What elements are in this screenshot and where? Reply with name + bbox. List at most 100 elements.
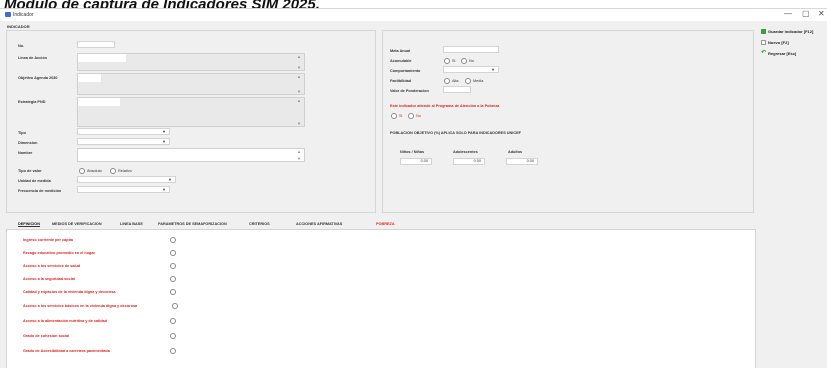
regresar-label: Regresar [Esc] <box>768 51 797 56</box>
estrategia-pnd-textarea[interactable]: ▲ ▼ <box>77 97 305 127</box>
tab-definicion[interactable]: DEFINICION <box>18 222 40 227</box>
tipo-valor-label: Tipo de valor <box>18 169 42 173</box>
group-title: INDICADOR <box>7 24 30 29</box>
pobreza-item: Acceso a la alimentación nutritiva y de … <box>23 319 107 323</box>
ninos-label: Niños / Niñas <box>400 150 425 154</box>
scroll-up-icon[interactable]: ▲ <box>297 99 301 103</box>
pobreza-item: Acceso a los servicios de salud <box>23 264 81 268</box>
pobreza-item: Rezago educativo promedio en el hogar <box>23 251 95 255</box>
pobreza-item: Grado de cohesion social <box>23 334 70 338</box>
chevron-down-icon: ▼ <box>162 139 166 144</box>
unidad-medida-select[interactable]: ▼ <box>77 176 176 183</box>
tab-acciones-afirmativas[interactable]: ACCIONES AFIRMATIVAS <box>296 222 342 226</box>
ponderacion-label: Valor de Ponderacion <box>390 89 429 93</box>
acumulable-no-label: No <box>469 59 474 63</box>
objetivo-agenda-textarea[interactable]: ▲ ▼ <box>77 73 305 95</box>
tab-medios-verificacion[interactable]: MEDIOS DE VERIFICACION <box>52 222 102 226</box>
pobreza-item: Acceso a la seguridad social <box>23 277 75 281</box>
scroll-down-icon[interactable]: ▼ <box>297 122 301 126</box>
adultos-input[interactable]: 0.00 <box>506 158 538 165</box>
absoluto-radio[interactable] <box>79 168 85 174</box>
ponderacion-input[interactable] <box>443 86 471 93</box>
poblacion-objetivo-title: POBLACION OBJETIVO (%) APLICA SOLO PARA … <box>390 131 521 135</box>
relativo-radio[interactable] <box>110 168 116 174</box>
pobreza-item-radio[interactable] <box>170 289 176 295</box>
adultos-label: Adultos <box>508 150 523 154</box>
adolescentes-input[interactable]: 0.00 <box>453 158 485 165</box>
nuevo-label: Nuevo [F2] <box>768 40 789 45</box>
acumulable-no-radio[interactable] <box>461 58 467 64</box>
nombre-textarea[interactable]: ▲ ▼ <box>77 148 305 162</box>
guardar-indicador-button[interactable]: Guardar Indicador [F12] <box>761 29 827 37</box>
pobreza-item-radio[interactable] <box>170 276 176 282</box>
guardar-label: Guardar Indicador [F12] <box>768 29 814 34</box>
factibilidad-label: Factibilidad <box>390 79 412 83</box>
ninos-input[interactable]: 0.00 <box>400 158 432 165</box>
pobreza-item: Grado de Accesibilidad a carretera pavim… <box>23 349 110 353</box>
pobreza-item-radio[interactable] <box>170 318 176 324</box>
adolescentes-value: 0.00 <box>473 159 481 163</box>
factibilidad-media-radio[interactable] <box>465 78 471 84</box>
pobreza-no-radio[interactable] <box>408 113 414 119</box>
comportamiento-select[interactable]: ▼ <box>443 66 499 73</box>
pobreza-si-label: Si <box>399 114 403 118</box>
tab-bar: DEFINICION MEDIOS DE VERIFICACION LINEA … <box>6 220 756 229</box>
minimize-icon[interactable]: — <box>784 10 792 18</box>
indicador-window: Indicador — ▢ ✕ INDICADOR No. Linea de A… <box>0 8 827 368</box>
pobreza-item-radio[interactable] <box>170 263 176 269</box>
action-sidebar: Guardar Indicador [F12] Nuevo [F2] ↶ Regr… <box>757 29 827 368</box>
pobreza-item-radio[interactable] <box>170 333 176 339</box>
pobreza-item: Calidad y espacios de la vivienda digna … <box>23 290 116 294</box>
pobreza-item: Acceso a los servicios básicos en la viv… <box>23 304 138 308</box>
tab-parametros-semaforizacion[interactable]: PARAMETROS DE SEMAFORIZACION <box>158 222 227 226</box>
nuevo-button[interactable]: Nuevo [F2] <box>761 40 827 48</box>
pobreza-item-radio[interactable] <box>172 303 178 309</box>
factibilidad-alta-label: Alta <box>452 79 459 83</box>
nombre-label: Nombre <box>18 151 33 155</box>
linea-accion-label: Linea de Acción <box>18 56 47 60</box>
meta-anual-input[interactable] <box>443 46 499 53</box>
tab-pobreza[interactable]: POBREZA <box>376 222 395 226</box>
tipo-label: Tipo <box>18 131 26 135</box>
frecuencia-medicion-label: Frecuencia de medicion <box>18 189 62 193</box>
acumulable-si-radio[interactable] <box>444 58 450 64</box>
objetivo-agenda-label: Objetivo Agenda 2030 <box>18 76 58 80</box>
ninos-value: 0.00 <box>420 159 428 163</box>
pobreza-no-label: No <box>416 114 421 118</box>
pobreza-si-radio[interactable] <box>391 113 397 119</box>
maximize-icon[interactable]: ▢ <box>802 10 810 18</box>
right-panel <box>382 30 754 213</box>
scroll-up-icon[interactable]: ▲ <box>297 75 301 79</box>
estrategia-pnd-label: Estrategia PND <box>18 100 46 104</box>
frecuencia-medicion-select[interactable]: ▼ <box>77 186 170 193</box>
tab-criterios[interactable]: CRITERIOS <box>249 222 270 226</box>
pobreza-item-radio[interactable] <box>170 250 176 256</box>
acumulable-si-label: Si <box>452 59 456 63</box>
chevron-down-icon: ▼ <box>491 67 495 72</box>
dimension-select[interactable]: ▼ <box>77 138 170 145</box>
chevron-down-icon: ▼ <box>162 187 166 192</box>
pobreza-item: Ingreso corriente per cápita <box>23 238 74 242</box>
back-arrow-icon: ↶ <box>761 50 767 57</box>
tab-linea-base[interactable]: LINEA BASE <box>120 222 143 226</box>
pobreza-tab-content: Ingreso corriente per cápita Rezago educ… <box>6 229 756 368</box>
tipo-select[interactable]: ▼ <box>77 128 170 135</box>
close-icon[interactable]: ✕ <box>818 10 825 18</box>
new-document-icon <box>761 40 766 46</box>
scroll-up-icon[interactable]: ▲ <box>297 150 301 154</box>
factibilidad-alta-radio[interactable] <box>444 78 450 84</box>
chevron-down-icon: ▼ <box>168 177 172 182</box>
app-icon <box>5 12 11 17</box>
dimension-label: Dimension <box>18 141 38 145</box>
no-input[interactable] <box>77 41 115 48</box>
linea-accion-textarea[interactable]: ▲ ▼ <box>77 53 305 71</box>
pobreza-item-radio[interactable] <box>170 237 176 243</box>
scroll-down-icon[interactable]: ▼ <box>297 157 301 161</box>
scroll-down-icon[interactable]: ▼ <box>297 66 301 70</box>
scroll-down-icon[interactable]: ▼ <box>297 90 301 94</box>
pobreza-item-radio[interactable] <box>170 348 176 354</box>
scroll-up-icon[interactable]: ▲ <box>297 55 301 59</box>
relativo-label: Relativo <box>118 169 132 173</box>
unidad-medida-label: Unidad de medida <box>18 179 51 183</box>
regresar-button[interactable]: ↶ Regresar [Esc] <box>761 50 827 59</box>
